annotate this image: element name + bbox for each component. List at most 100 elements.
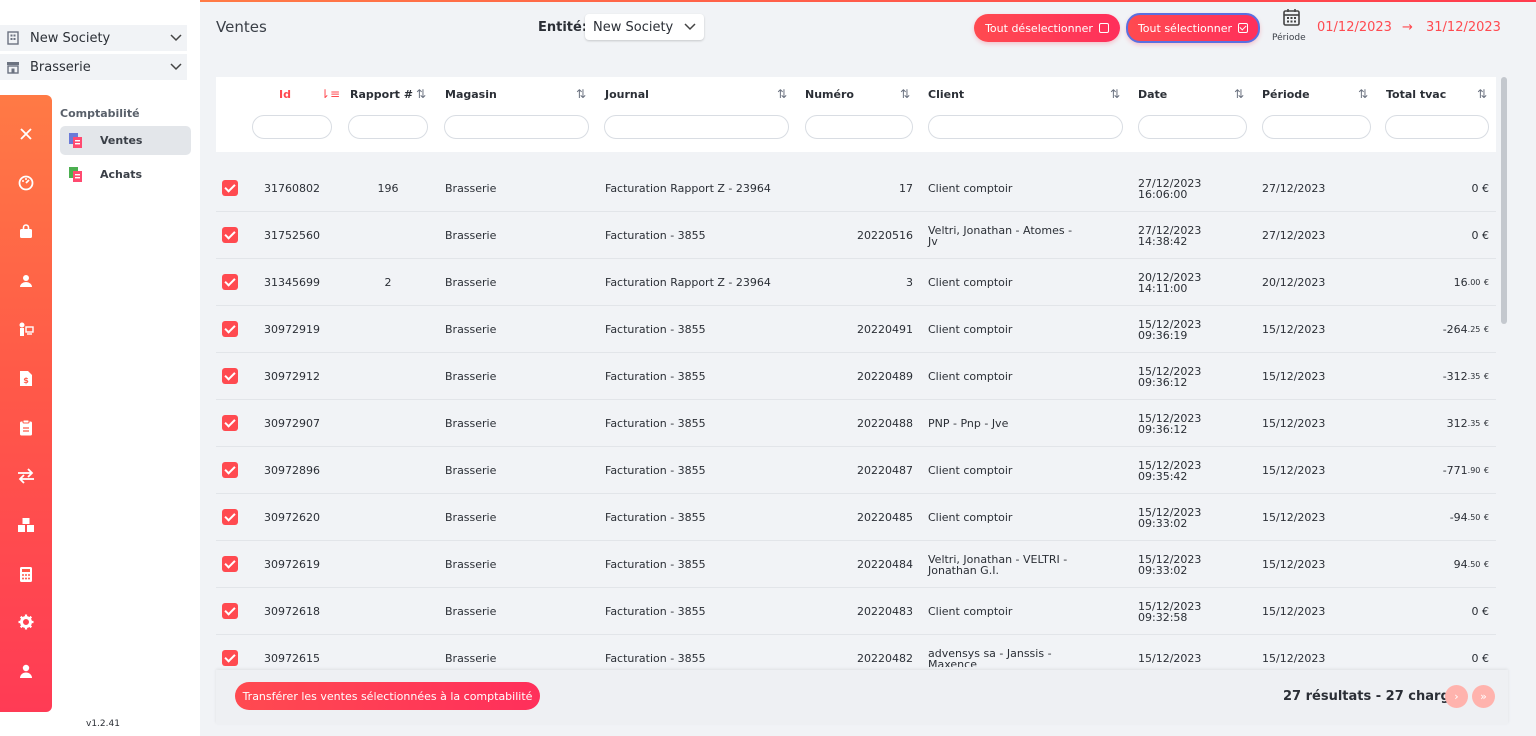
table-row[interactable]: 30972912 Brasserie Facturation - 3855 20220… bbox=[216, 353, 1496, 400]
filter-periode-input[interactable] bbox=[1262, 115, 1371, 139]
sort-icon[interactable]: ⇅ bbox=[777, 87, 787, 101]
row-checkbox[interactable] bbox=[222, 321, 238, 337]
row-checkbox[interactable] bbox=[222, 603, 238, 619]
column-header-rapport[interactable]: Rapport # bbox=[350, 88, 413, 101]
table-row[interactable]: 31760802 196 Brasserie Facturation Rapport … bbox=[216, 165, 1496, 212]
cell-magasin: Brasserie bbox=[445, 464, 497, 477]
table-row[interactable]: 30972615 Brasserie Facturation - 3855 20220… bbox=[216, 635, 1496, 667]
sort-icon[interactable]: ⇅ bbox=[576, 87, 586, 101]
filter-total-input[interactable] bbox=[1385, 115, 1489, 139]
table-row[interactable]: 30972907 Brasserie Facturation - 3855 20220… bbox=[216, 400, 1496, 447]
cell-date-day: 15/12/2023 bbox=[1138, 411, 1202, 425]
cell-date-day: 15/12/2023 bbox=[1138, 458, 1202, 472]
cell-client: Client comptoir bbox=[928, 511, 1013, 524]
row-checkbox[interactable] bbox=[222, 415, 238, 431]
select-all-button[interactable]: Tout sélectionner bbox=[1126, 13, 1260, 43]
cell-periode: 15/12/2023 bbox=[1262, 511, 1326, 524]
cell-date-day: 15/12/2023 bbox=[1138, 652, 1202, 665]
clipboard-icon[interactable] bbox=[0, 415, 52, 439]
sort-icon[interactable]: ⇅ bbox=[1110, 87, 1120, 101]
sort-icon[interactable]: ⇅ bbox=[416, 87, 426, 101]
entite-select[interactable]: New Society bbox=[585, 14, 704, 40]
filter-date-input[interactable] bbox=[1138, 115, 1247, 139]
filter-journal-input[interactable] bbox=[604, 115, 789, 139]
sort-icon[interactable]: ⇅ bbox=[1234, 87, 1244, 101]
bag-icon[interactable] bbox=[0, 220, 52, 244]
transfer-button[interactable]: Transférer les ventes sélectionnées à la… bbox=[235, 682, 540, 710]
filter-id-input[interactable] bbox=[252, 115, 332, 139]
cell-rapport bbox=[348, 494, 428, 541]
table-row[interactable]: 30972620 Brasserie Facturation - 3855 20220… bbox=[216, 494, 1496, 541]
table-row[interactable]: 30972919 Brasserie Facturation - 3855 20220… bbox=[216, 306, 1496, 353]
table-row[interactable]: 31752560 Brasserie Facturation - 3855 20220… bbox=[216, 212, 1496, 259]
gear-icon[interactable] bbox=[0, 610, 52, 634]
cell-date-day: 15/12/2023 bbox=[1138, 552, 1202, 566]
table-row[interactable]: 30972618 Brasserie Facturation - 3855 20220… bbox=[216, 588, 1496, 635]
transfer-icon[interactable] bbox=[0, 464, 52, 488]
row-checkbox[interactable] bbox=[222, 180, 238, 196]
sort-icon[interactable]: ⇅ bbox=[1358, 87, 1368, 101]
calendar-icon[interactable] bbox=[1283, 8, 1300, 26]
double-chevron-right-icon: » bbox=[1480, 690, 1487, 703]
column-header-magasin[interactable]: Magasin bbox=[445, 88, 497, 101]
next-page-button[interactable]: › bbox=[1445, 685, 1468, 708]
filter-rapport-input[interactable] bbox=[348, 115, 428, 139]
total-decimals: .35 bbox=[1467, 372, 1481, 381]
last-page-button[interactable]: » bbox=[1472, 685, 1495, 708]
left-column: New Society Brasserie $ Comptabilité Ven… bbox=[0, 0, 200, 736]
row-checkbox[interactable] bbox=[222, 462, 238, 478]
sidebar-item-achats[interactable]: Achats bbox=[60, 160, 191, 189]
total-currency: € bbox=[1483, 278, 1489, 287]
close-icon[interactable] bbox=[0, 122, 52, 146]
sort-icon[interactable]: ⇅ bbox=[900, 87, 910, 101]
column-header-total[interactable]: Total tvac bbox=[1386, 88, 1446, 101]
cell-total: 0 € bbox=[1385, 635, 1490, 667]
calculator-icon[interactable] bbox=[0, 562, 52, 586]
row-checkbox[interactable] bbox=[222, 509, 238, 525]
periode-label: Période bbox=[1272, 33, 1306, 43]
column-header-id[interactable]: Id bbox=[279, 88, 291, 101]
filter-numero-input[interactable] bbox=[805, 115, 913, 139]
cell-periode: 27/12/2023 bbox=[1262, 229, 1326, 242]
cell-journal: Facturation - 3855 bbox=[605, 605, 706, 618]
row-checkbox[interactable] bbox=[222, 274, 238, 290]
cell-magasin: Brasserie bbox=[445, 182, 497, 195]
table-row[interactable]: 30972619 Brasserie Facturation - 3855 20220… bbox=[216, 541, 1496, 588]
column-header-numero[interactable]: Numéro bbox=[805, 88, 854, 101]
cell-date-day: 27/12/2023 bbox=[1138, 223, 1202, 237]
cell-journal: Facturation Rapport Z - 23964 bbox=[605, 182, 771, 195]
column-header-date[interactable]: Date bbox=[1138, 88, 1167, 101]
cell-date-time: 09:33:02 bbox=[1138, 563, 1188, 577]
sidebar-item-ventes[interactable]: Ventes bbox=[60, 126, 191, 155]
sort-icon[interactable]: ⇅ bbox=[1477, 87, 1487, 101]
row-checkbox[interactable] bbox=[222, 368, 238, 384]
staff-icon[interactable] bbox=[0, 317, 52, 341]
scrollbar-thumb[interactable] bbox=[1501, 77, 1507, 324]
building-icon bbox=[6, 31, 20, 45]
column-header-periode[interactable]: Période bbox=[1262, 88, 1310, 101]
row-checkbox[interactable] bbox=[222, 227, 238, 243]
column-header-journal[interactable]: Journal bbox=[605, 88, 649, 101]
deselect-all-button[interactable]: Tout déselectionner bbox=[974, 14, 1120, 42]
row-checkbox[interactable] bbox=[222, 556, 238, 572]
table-row[interactable]: 30972896 Brasserie Facturation - 3855 20220… bbox=[216, 447, 1496, 494]
cell-date-time: 14:38:42 bbox=[1138, 234, 1188, 248]
date-from[interactable]: 01/12/2023 bbox=[1317, 20, 1392, 35]
chevron-down-icon bbox=[165, 34, 187, 42]
table-scrollbar[interactable] bbox=[1500, 77, 1508, 667]
users-icon[interactable] bbox=[0, 269, 52, 293]
filter-magasin-input[interactable] bbox=[444, 115, 589, 139]
date-to[interactable]: 31/12/2023 bbox=[1426, 20, 1501, 35]
column-header-client[interactable]: Client bbox=[928, 88, 964, 101]
dashboard-icon[interactable] bbox=[0, 171, 52, 195]
shop-select[interactable]: Brasserie bbox=[0, 54, 187, 80]
invoice-icon[interactable]: $ bbox=[0, 366, 52, 390]
svg-text:$: $ bbox=[23, 376, 29, 385]
user-icon[interactable] bbox=[0, 659, 52, 683]
table-row[interactable]: 31345699 2 Brasserie Facturation Rapport Z … bbox=[216, 259, 1496, 306]
sort-desc-icon[interactable]: ⇂≡ bbox=[320, 87, 340, 101]
row-checkbox[interactable] bbox=[222, 650, 238, 666]
boxes-icon[interactable] bbox=[0, 513, 52, 537]
society-select[interactable]: New Society bbox=[0, 25, 187, 51]
filter-client-input[interactable] bbox=[928, 115, 1123, 139]
